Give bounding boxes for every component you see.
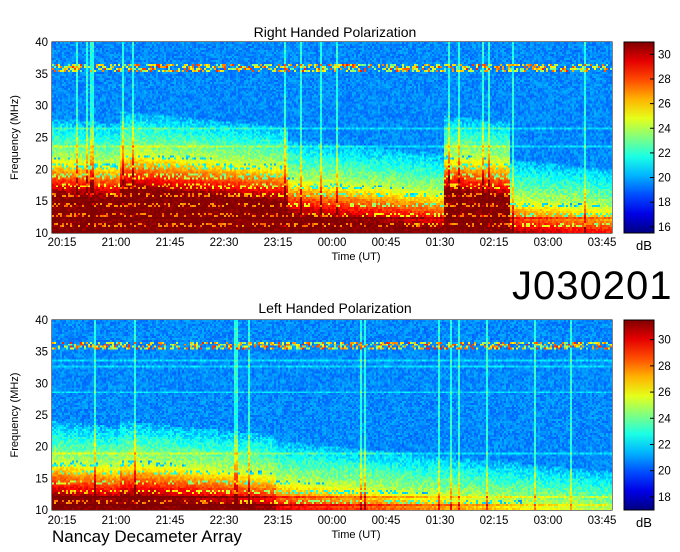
y-tick-label: 15: [35, 196, 48, 208]
y-tick-label: 25: [35, 133, 48, 145]
colorbar-unit-label: dB: [636, 238, 652, 253]
y-tick-label: 40: [35, 315, 48, 327]
instrument-label: Nancay Decameter Array: [52, 527, 242, 546]
event-id-label: J030201: [512, 264, 673, 308]
x-axis-label: Time (UT): [331, 251, 380, 263]
x-tick-label: 22:30: [210, 237, 239, 249]
x-tick-label: 00:00: [318, 515, 347, 527]
x-tick-label: 01:30: [426, 515, 455, 527]
colorbar-tick-label: 24: [658, 413, 671, 425]
colorbar: [623, 41, 655, 234]
x-tick-label: 01:30: [426, 237, 455, 249]
colorbar-tick-label: 20: [658, 173, 671, 185]
colorbar-tick-label: 16: [658, 222, 671, 234]
x-tick-label: 21:00: [102, 237, 131, 249]
y-tick-label: 20: [35, 164, 48, 176]
x-tick-label: 20:15: [48, 237, 77, 249]
y-tick-label: 15: [35, 473, 48, 485]
x-tick-label: 00:45: [372, 515, 401, 527]
x-tick-label: 00:00: [318, 237, 347, 249]
colorbar-tick-label: 30: [658, 335, 671, 347]
x-tick-label: 02:15: [480, 237, 509, 249]
colorbar: [623, 319, 655, 511]
y-tick-label: 30: [35, 378, 48, 390]
spectrogram-image: [52, 320, 612, 510]
colorbar-tick-label: 26: [658, 99, 671, 111]
colorbar-tick-label: 22: [658, 148, 671, 160]
x-tick-label: 03:45: [588, 237, 617, 249]
x-tick-label: 03:00: [534, 237, 563, 249]
y-tick-label: 10: [35, 228, 48, 240]
y-axis-label: Frequency (MHz): [9, 373, 21, 458]
colorbar-tick-label: 22: [658, 439, 671, 451]
chart-title: Right Handed Polarization: [254, 24, 417, 40]
y-tick-label: 20: [35, 442, 48, 454]
colorbar-tick-label: 24: [658, 123, 671, 135]
chart-title: Left Handed Polarization: [258, 300, 411, 316]
x-tick-label: 03:00: [534, 515, 563, 527]
x-tick-label: 23:15: [264, 515, 293, 527]
colorbar-tick-label: 20: [658, 466, 671, 478]
y-tick-label: 35: [35, 347, 48, 359]
colorbar-tick-label: 30: [658, 49, 671, 61]
x-tick-label: 00:45: [372, 237, 401, 249]
colorbar-tick-label: 28: [658, 361, 671, 373]
y-tick-label: 40: [35, 37, 48, 49]
colorbar-tick-label: 28: [658, 74, 671, 86]
x-tick-label: 02:15: [480, 515, 509, 527]
x-axis-label: Time (UT): [331, 529, 380, 541]
x-tick-label: 21:45: [156, 237, 185, 249]
y-tick-label: 35: [35, 69, 48, 81]
y-tick-label: 25: [35, 410, 48, 422]
y-tick-label: 30: [35, 101, 48, 113]
colorbar-tick-label: 18: [658, 492, 671, 504]
colorbar-tick-label: 18: [658, 197, 671, 209]
y-tick-label: 10: [35, 505, 48, 517]
colorbar-tick-label: 26: [658, 387, 671, 399]
x-tick-label: 03:45: [588, 515, 617, 527]
y-axis-label: Frequency (MHz): [9, 95, 21, 180]
x-tick-label: 23:15: [264, 237, 293, 249]
spectrogram-image: [52, 42, 612, 233]
colorbar-unit-label: dB: [636, 515, 652, 530]
